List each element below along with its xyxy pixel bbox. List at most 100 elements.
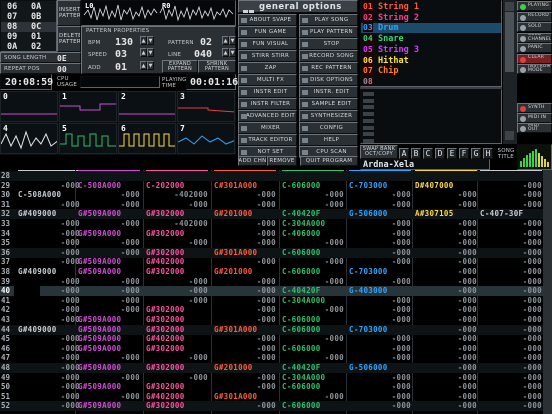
pattern-cell[interactable]: -000 [415, 315, 477, 325]
pattern-cell[interactable]: -000 [415, 229, 477, 239]
pattern-row[interactable]: 30 C-508A000 -000 -402000 -000 -000 -000 -000 -0… [0, 190, 543, 200]
song-position-list[interactable]: 06 0A 07 0B 08 0C 09 01 0A 02 [0, 0, 57, 52]
channel-scope-1[interactable]: 1 [59, 91, 117, 122]
stepper-down-icon[interactable]: ▼ [147, 61, 154, 70]
pattern-cell[interactable]: C-304A000 [282, 219, 344, 229]
pattern-cell[interactable]: -000 [282, 277, 344, 287]
pattern-cell[interactable]: -000 [146, 296, 208, 306]
pattern-cell[interactable]: -000 [480, 315, 542, 325]
pattern-row[interactable]: 39 -000 -000 -000 -000 -000 -000 -000 -000 [0, 277, 543, 287]
pattern-row[interactable]: 48 -000 G#509A000 G#302000 G#201000 C-40420F G… [0, 363, 543, 373]
pattern-cell[interactable]: G#409000 [18, 267, 80, 277]
pattern-cell[interactable]: -000 [78, 353, 140, 363]
pattern-row[interactable]: 47 -000 -000 -000 -000 -000 -000 -000 -000 [0, 353, 543, 363]
menu-button-stop[interactable]: STOP [299, 38, 358, 50]
instrument-slot[interactable]: 02 String 2 [361, 12, 501, 23]
pattern-cell[interactable]: -000 [480, 373, 542, 383]
pattern-cell[interactable]: -000 [214, 190, 276, 200]
pattern-cell[interactable]: -000 [18, 373, 80, 383]
expand-pattern-button[interactable]: EXPAND PATTERN [162, 60, 198, 73]
pattern-cell[interactable]: C-606000 [282, 325, 344, 335]
menu-button-play-pattern[interactable]: PLAY PATTERN [299, 26, 358, 38]
toggle-clear[interactable]: CLEAR [517, 53, 552, 64]
pattern-cell[interactable]: A#307105 [415, 209, 477, 219]
menu-button-disk-options[interactable]: DISK OPTIONS [299, 74, 358, 86]
pattern-cell[interactable]: -000 [415, 334, 477, 344]
pattern-cell[interactable]: -000 [480, 267, 542, 277]
song-position-row[interactable]: 0A 02 [1, 42, 56, 52]
pattern-cell[interactable]: G#402000 [146, 334, 208, 344]
instrument-slot[interactable]: 08 [361, 76, 501, 87]
pattern-cell[interactable]: G#402000 [146, 257, 208, 267]
pattern-cell[interactable]: -000 [349, 219, 411, 229]
pattern-cell[interactable]: G#509A000 [78, 325, 140, 335]
menu-button-multi-fx[interactable]: MULTI FX [238, 74, 297, 86]
instrument-slot[interactable]: 05 String 3 [361, 44, 501, 55]
pattern-row[interactable]: 52 -000 G#509A000 G#302000 -000 C-606000 -000-… [0, 401, 543, 412]
pattern-cell[interactable]: -000 [480, 353, 542, 363]
pattern-cell[interactable]: -000 [146, 277, 208, 287]
octave-key-d[interactable]: D [435, 148, 445, 159]
pattern-cell[interactable]: C-703000 [349, 325, 411, 335]
pattern-cell[interactable]: -000 [18, 277, 80, 287]
pattern-cell[interactable]: -000 [480, 392, 542, 402]
pattern-cell[interactable]: -000 [415, 325, 477, 335]
menu-button-instr-filter[interactable]: INSTR FILTER [238, 98, 297, 110]
add-channel-button[interactable]: ADD CHN [238, 156, 267, 166]
pattern-cell[interactable]: D#407000 [415, 181, 477, 191]
octave-key-f[interactable]: F [459, 148, 469, 159]
instrument-slot[interactable] [361, 91, 501, 98]
pattern-cell[interactable]: -000 [214, 277, 276, 287]
toggle-midi-out[interactable]: MIDI OUT [517, 123, 552, 133]
pattern-cell[interactable]: -000 [282, 200, 344, 210]
pattern-cell[interactable]: G#301A000 [214, 248, 276, 258]
menu-button-fun-game[interactable]: FUN GAME [238, 26, 297, 38]
pattern-cell[interactable]: -000 [214, 315, 276, 325]
pattern-cell[interactable]: C-40420F [282, 363, 344, 373]
menu-button-advanced-edit[interactable]: ADVANCED EDIT [238, 110, 297, 122]
pattern-cell[interactable]: -000 [349, 401, 411, 411]
octave-key-c[interactable]: C [423, 148, 433, 159]
pattern-cell[interactable]: -000 [214, 296, 276, 306]
pattern-cell[interactable]: G#509A000 [78, 334, 140, 344]
instrument-slot[interactable] [361, 118, 501, 125]
toggle-playing[interactable]: PLAYING [517, 1, 552, 11]
pattern-cell[interactable]: -000 [415, 353, 477, 363]
instrument-slot[interactable] [361, 104, 501, 111]
toggle-midi-in[interactable]: MIDI IN [517, 113, 552, 123]
pattern-cell[interactable]: G-506000 [349, 363, 411, 373]
pattern-cell[interactable]: -000 [18, 200, 80, 210]
scroll-down-icon[interactable] [505, 131, 514, 140]
toggle-synth[interactable]: SYNTH [517, 103, 552, 113]
pattern-cell[interactable]: -000 [415, 392, 477, 402]
pattern-cell[interactable]: G#302000 [146, 315, 208, 325]
pattern-cell[interactable]: -000 [415, 363, 477, 373]
pattern-cell[interactable]: C-606000 [282, 267, 344, 277]
pattern-cell[interactable]: G#509A000 [78, 382, 140, 392]
instrument-slot[interactable] [361, 138, 501, 145]
toggle-solo-channel[interactable]: SOLO CHANNEL [517, 32, 552, 43]
pattern-cell[interactable]: -000 [480, 190, 542, 200]
pattern-cell[interactable]: -000 [480, 325, 542, 335]
pattern-cell[interactable]: -000 [480, 238, 542, 248]
pattern-cell[interactable]: -000 [480, 305, 542, 315]
pattern-cell[interactable]: -000 [78, 296, 140, 306]
pattern-row[interactable]: 51 -000 -000 G#402000 G#301A000 -000 -000 -000-… [0, 392, 543, 402]
pattern-cell[interactable]: -000 [349, 238, 411, 248]
pattern-cell[interactable]: G-403000 [349, 286, 411, 296]
pattern-cell[interactable]: -000 [18, 181, 80, 191]
pattern-row[interactable]: 32 G#409000 G#509A000 G#302000 G#201000 C-404… [0, 209, 543, 220]
pattern-cell[interactable]: -000 [282, 238, 344, 248]
pattern-cell[interactable]: -000 [214, 373, 276, 383]
pattern-cell[interactable]: -000 [415, 219, 477, 229]
pattern-cell[interactable]: -000 [146, 200, 208, 210]
pattern-cell[interactable]: -000 [282, 257, 344, 267]
song-name-field[interactable]: Ardna-Xela [360, 159, 490, 170]
pattern-cell[interactable]: -000 [349, 334, 411, 344]
menu-button-instr-edit[interactable]: INSTR. EDIT [299, 86, 358, 98]
instrument-slot[interactable]: 01 String 1 [361, 2, 501, 12]
pattern-cell[interactable]: -000 [349, 382, 411, 392]
stepper-down-icon[interactable]: ▼ [229, 36, 236, 45]
pattern-cell[interactable]: -000 [480, 277, 542, 287]
pattern-cell[interactable]: G#302000 [146, 344, 208, 354]
